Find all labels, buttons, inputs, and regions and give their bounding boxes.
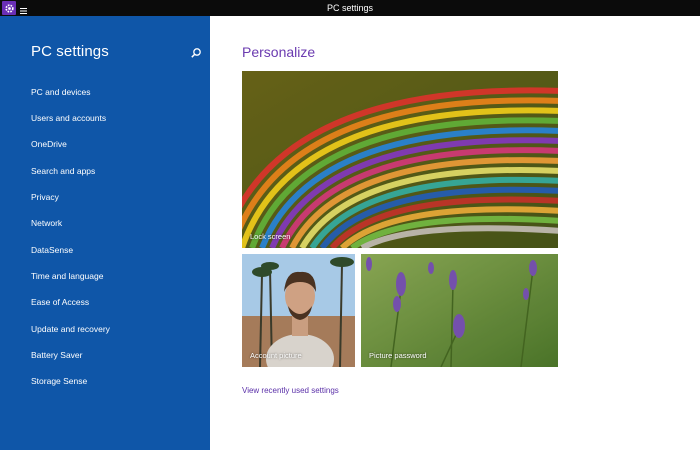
sidebar-item-time-and-language[interactable]: Time and language	[31, 270, 103, 282]
lock-screen-image	[242, 71, 558, 248]
title-bar: PC settings	[0, 0, 700, 16]
sidebar-item-update-and-recovery[interactable]: Update and recovery	[31, 323, 110, 335]
picture-password-label: Picture password	[369, 351, 427, 360]
sidebar-item-users-and-accounts[interactable]: Users and accounts	[31, 112, 106, 124]
sidebar-item-privacy[interactable]: Privacy	[31, 191, 59, 203]
sidebar-item-search-and-apps[interactable]: Search and apps	[31, 165, 95, 177]
view-recent-settings-link[interactable]: View recently used settings	[242, 386, 339, 395]
main-content: Personalize Lock screen Account picture …	[210, 16, 700, 450]
page-title: Personalize	[242, 44, 316, 60]
sidebar-item-ease-of-access[interactable]: Ease of Access	[31, 296, 89, 308]
sidebar-item-battery-saver[interactable]: Battery Saver	[31, 349, 83, 361]
sidebar-item-datasense[interactable]: DataSense	[31, 244, 73, 256]
account-picture-label: Account picture	[250, 351, 302, 360]
picture-password-tile[interactable]: Picture password	[361, 254, 558, 367]
search-icon[interactable]	[190, 46, 202, 58]
account-picture-tile[interactable]: Account picture	[242, 254, 355, 367]
sidebar-item-onedrive[interactable]: OneDrive	[31, 138, 67, 150]
lock-screen-label: Lock screen	[250, 232, 291, 241]
sidebar-item-network[interactable]: Network	[31, 217, 62, 229]
sidebar-item-storage-sense[interactable]: Storage Sense	[31, 375, 87, 387]
lock-screen-tile[interactable]: Lock screen	[242, 71, 558, 248]
window-title: PC settings	[326, 3, 374, 13]
sidebar: PC settings PC and devices Users and acc…	[0, 16, 210, 450]
sidebar-heading: PC settings	[31, 43, 109, 60]
sidebar-item-pc-and-devices[interactable]: PC and devices	[31, 86, 91, 98]
